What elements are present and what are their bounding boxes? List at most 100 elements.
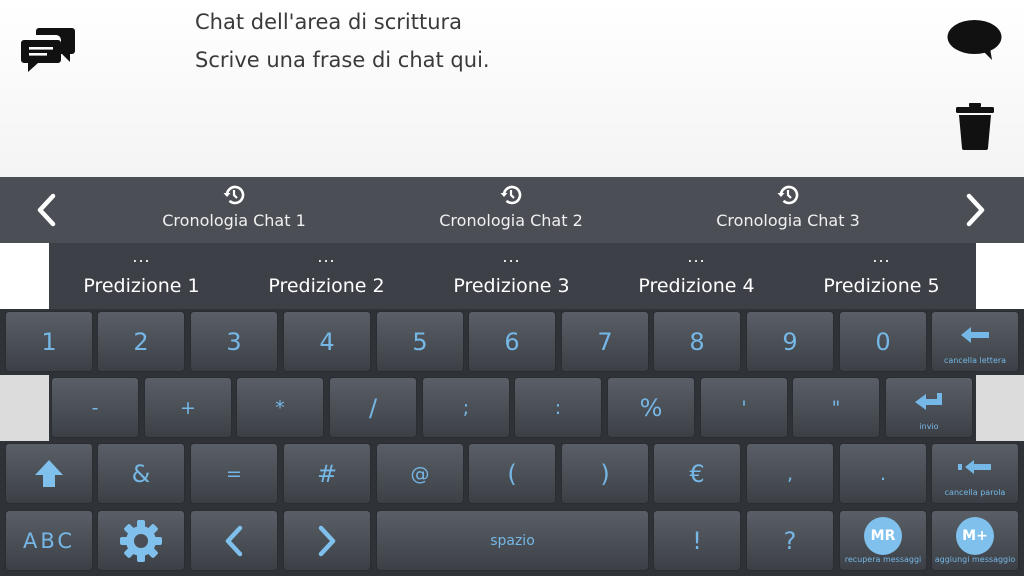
prediction-3[interactable]: ... Predizione 3 xyxy=(419,243,604,309)
history-clock-icon xyxy=(223,185,245,205)
history-chat-2[interactable]: Cronologia Chat 2 xyxy=(401,183,621,239)
key-semicolon[interactable]: ; xyxy=(422,377,510,438)
enter-key[interactable]: invio xyxy=(885,377,973,438)
key-6[interactable]: 6 xyxy=(468,311,556,372)
key-minus[interactable]: - xyxy=(51,377,139,438)
key-8[interactable]: 8 xyxy=(653,311,741,372)
delete-word-key[interactable]: cancella parola xyxy=(931,443,1019,504)
history-chat-3[interactable]: Cronologia Chat 3 xyxy=(678,183,898,239)
space-key[interactable]: spazio xyxy=(376,510,649,571)
history-chat-label: Cronologia Chat 1 xyxy=(162,211,306,230)
abc-key[interactable]: ABC xyxy=(5,510,93,571)
history-prev-button[interactable] xyxy=(18,177,74,243)
key-ampersand[interactable]: & xyxy=(97,443,185,504)
key-caption: cancella parola xyxy=(944,488,1006,497)
enter-return-icon xyxy=(915,392,942,410)
key-label: 2 xyxy=(133,327,149,356)
prediction-bar: ... Predizione 1 ... Predizione 2 ... Pr… xyxy=(49,243,976,309)
key-label: ABC xyxy=(22,528,76,553)
prediction-dots: ... xyxy=(132,247,151,266)
key-caption: recupera messaggi xyxy=(844,555,922,564)
keyboard: 1 2 3 4 5 6 7 8 9 0 cancella lettera - +… xyxy=(0,309,1024,576)
key-question[interactable]: ? xyxy=(746,510,834,571)
add-message-key[interactable]: M+ aggiungi messaggio xyxy=(931,510,1019,571)
writing-area[interactable]: Chat dell'area di scrittura Scrive una f… xyxy=(0,0,1024,177)
prediction-dots: ... xyxy=(502,247,521,266)
key-label: € xyxy=(689,459,705,488)
key-7[interactable]: 7 xyxy=(561,311,649,372)
history-clock-icon xyxy=(500,185,522,205)
cursor-left-key[interactable] xyxy=(190,510,278,571)
prediction-5[interactable]: ... Predizione 5 xyxy=(789,243,974,309)
backspace-arrow-icon xyxy=(961,326,989,343)
shift-key[interactable] xyxy=(5,443,93,504)
key-at[interactable]: @ xyxy=(376,443,464,504)
prediction-2[interactable]: ... Predizione 2 xyxy=(234,243,419,309)
key-caption: invio xyxy=(919,422,939,431)
key-3[interactable]: 3 xyxy=(190,311,278,372)
key-label: # xyxy=(316,459,338,488)
chat-bubbles-icon xyxy=(21,28,75,72)
key-1[interactable]: 1 xyxy=(5,311,93,372)
prediction-4[interactable]: ... Predizione 4 xyxy=(604,243,789,309)
key-apostrophe[interactable]: ' xyxy=(700,377,788,438)
key-caption: cancella lettera xyxy=(943,356,1007,365)
key-label: @ xyxy=(410,462,430,485)
key-plus[interactable]: + xyxy=(144,377,232,438)
key-0[interactable]: 0 xyxy=(839,311,927,372)
key-label: 4 xyxy=(319,327,335,356)
key-period[interactable]: . xyxy=(839,443,927,504)
history-next-button[interactable] xyxy=(948,177,1004,243)
prediction-label: Predizione 2 xyxy=(268,275,385,297)
key-9[interactable]: 9 xyxy=(746,311,834,372)
key-label: ; xyxy=(462,396,470,419)
prediction-dots: ... xyxy=(687,247,706,266)
writing-area-title: Chat dell'area di scrittura xyxy=(195,10,463,34)
key-label: " xyxy=(831,396,841,419)
speech-bubble-icon[interactable] xyxy=(946,18,1003,62)
trash-icon[interactable] xyxy=(955,102,995,150)
key-label: 3 xyxy=(226,327,242,356)
gear-icon xyxy=(120,519,162,562)
key-label: + xyxy=(180,396,196,419)
key-asterisk[interactable]: * xyxy=(236,377,324,438)
prediction-1[interactable]: ... Predizione 1 xyxy=(49,243,234,309)
settings-key[interactable] xyxy=(97,510,185,571)
key-label: 6 xyxy=(504,327,520,356)
cursor-right-key[interactable] xyxy=(283,510,371,571)
key-label: ( xyxy=(507,459,517,488)
prediction-side-gap-right xyxy=(976,243,1024,309)
history-chat-label: Cronologia Chat 2 xyxy=(439,211,583,230)
key-euro[interactable]: € xyxy=(653,443,741,504)
key-label: 1 xyxy=(41,327,57,356)
key-label: . xyxy=(879,462,887,485)
key-slash[interactable]: / xyxy=(329,377,417,438)
key-open-paren[interactable]: ( xyxy=(468,443,556,504)
backspace-key[interactable]: cancella lettera xyxy=(931,311,1019,372)
key-4[interactable]: 4 xyxy=(283,311,371,372)
recall-messages-key[interactable]: MR recupera messaggi xyxy=(839,510,927,571)
key-equals[interactable]: = xyxy=(190,443,278,504)
key-label: = xyxy=(226,462,242,485)
key-5[interactable]: 5 xyxy=(376,311,464,372)
key-exclamation[interactable]: ! xyxy=(653,510,741,571)
key-label: ' xyxy=(741,396,747,419)
key-close-paren[interactable]: ) xyxy=(561,443,649,504)
key-2[interactable]: 2 xyxy=(97,311,185,372)
key-label: 7 xyxy=(597,327,613,356)
writing-area-text[interactable]: Scrive una frase di chat qui. xyxy=(195,48,490,72)
prediction-label: Predizione 5 xyxy=(823,275,940,297)
key-percent[interactable]: % xyxy=(607,377,695,438)
mplus-badge: M+ xyxy=(956,516,994,555)
prediction-dots: ... xyxy=(317,247,336,266)
key-quote[interactable]: " xyxy=(792,377,880,438)
history-chat-1[interactable]: Cronologia Chat 1 xyxy=(124,183,344,239)
key-comma[interactable]: , xyxy=(746,443,834,504)
history-clock-icon xyxy=(777,185,799,205)
shift-arrow-icon xyxy=(35,459,63,487)
key-hash[interactable]: # xyxy=(283,443,371,504)
key-label: * xyxy=(275,396,285,419)
key-colon[interactable]: : xyxy=(514,377,602,438)
key-label: ? xyxy=(783,526,797,555)
delete-word-icon xyxy=(958,459,991,474)
